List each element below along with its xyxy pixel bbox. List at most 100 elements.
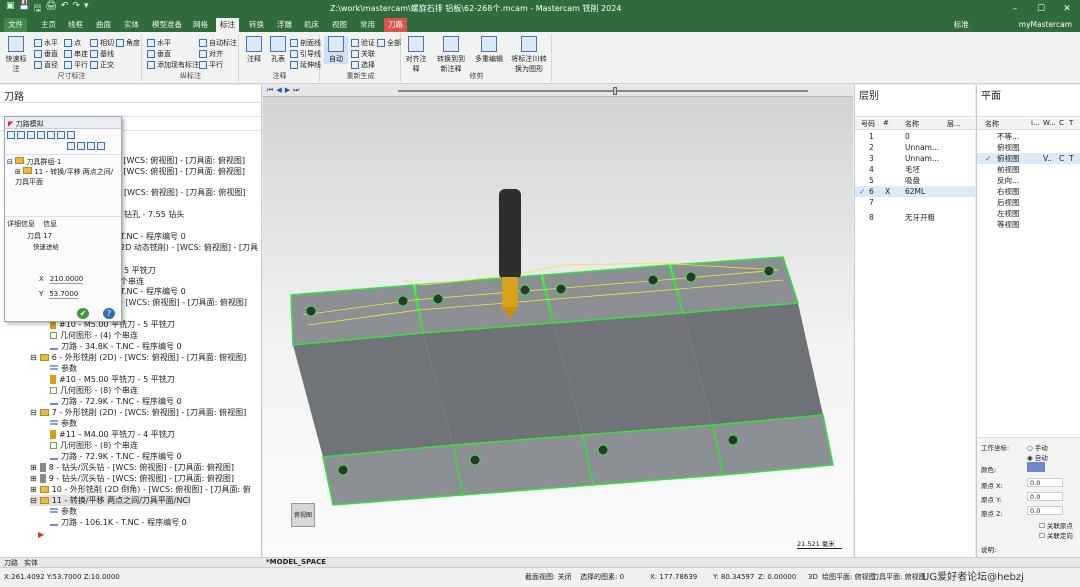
expand-icon[interactable]: ⊟ bbox=[30, 407, 37, 418]
level-row[interactable]: 2 Unnam... bbox=[855, 142, 976, 153]
status-y[interactable]: Y: 80.34597 bbox=[713, 568, 754, 587]
section-view-status[interactable]: 截面视图: 关闭 bbox=[525, 568, 572, 587]
origin-y-field[interactable]: 0.0 bbox=[1027, 492, 1063, 501]
ok-button[interactable]: ✔ bbox=[77, 308, 89, 319]
dim-to-geometry-button[interactable]: 将标注(I)转换为图形 bbox=[508, 36, 550, 74]
ord-horizontal-button[interactable]: 水平 bbox=[147, 38, 171, 48]
tree-row[interactable]: T.NC - 程序编号 0 bbox=[120, 286, 186, 297]
tree-row[interactable]: - [WCS: 俯视图] - [刀具面: 俯视图] bbox=[118, 166, 245, 177]
tab-common[interactable]: 常用 bbox=[356, 18, 379, 32]
trace-icon[interactable] bbox=[77, 142, 85, 150]
plane-row-active[interactable]: ✓ 俯视图 V.. C T bbox=[977, 153, 1080, 164]
construction-plane[interactable]: 绘图平面: 俯视图 bbox=[822, 568, 876, 587]
backplot-dialog-title[interactable]: ◤ 刀路模拟 bbox=[5, 117, 121, 129]
checkbox-associate-origin[interactable]: ☐ 关联原点 bbox=[1039, 520, 1073, 530]
origin-x-field[interactable]: 0.0 bbox=[1027, 478, 1063, 487]
ord-parallel-button[interactable]: 平行 bbox=[199, 60, 223, 70]
tab-machine[interactable]: 机床 bbox=[300, 18, 323, 32]
redo-button[interactable]: ↷ bbox=[72, 1, 80, 17]
display-tool-icon[interactable] bbox=[17, 131, 25, 139]
qa-more-button[interactable]: ▾ bbox=[84, 1, 89, 17]
level-row[interactable]: 7 bbox=[855, 197, 976, 208]
options-icon[interactable] bbox=[67, 142, 75, 150]
multi-edit-button[interactable]: 多重编辑 bbox=[474, 36, 504, 64]
expand-icon[interactable]: ⊟ bbox=[30, 352, 37, 363]
backplot-tree-child[interactable]: ⊞ 11 - 转换/平移 两点之间/刀具平面 bbox=[7, 167, 119, 187]
tab-home[interactable]: 主页 bbox=[37, 18, 60, 32]
level-row[interactable]: 10 bbox=[855, 131, 976, 142]
auto-radio[interactable]: ◉ 自动 bbox=[1027, 452, 1048, 462]
tree-row[interactable]: ⊞ 8 - 钻头/沉头钻 - [WCS: 俯视图] - [刀具面: 俯视图] bbox=[30, 462, 234, 473]
tree-row[interactable]: - [WCS: 俯视图] - [刀具面: 俯视图] bbox=[120, 297, 247, 308]
tab-model-prep[interactable]: 模型准备 bbox=[148, 18, 186, 32]
validate-button[interactable]: 验证 bbox=[351, 38, 375, 48]
tree-row[interactable]: 5 平铣刀 bbox=[124, 265, 156, 276]
leader-button[interactable]: 引导线 bbox=[290, 49, 321, 59]
playback-slider-thumb[interactable] bbox=[613, 87, 617, 95]
plane-row[interactable]: 反向... bbox=[977, 175, 1080, 186]
select-button[interactable]: 选择 bbox=[351, 60, 375, 70]
tab-wireframe[interactable]: 线框 bbox=[64, 18, 87, 32]
mode-3d[interactable]: 3D bbox=[808, 568, 818, 587]
baseline-button[interactable]: 基线 bbox=[90, 49, 114, 59]
tree-row[interactable]: - [WCS: 俯视图] - [刀具面: 俯视图] bbox=[118, 155, 245, 166]
expand-icon[interactable]: ⊞ bbox=[30, 484, 37, 495]
play-back-button[interactable]: ◀ bbox=[276, 86, 281, 95]
tab-solids[interactable]: 实体 bbox=[120, 18, 143, 32]
status-x[interactable]: X: 177.78639 bbox=[650, 568, 697, 587]
play-button[interactable]: ▶ bbox=[285, 86, 290, 95]
horizontal-button[interactable]: 水平 bbox=[34, 38, 58, 48]
display-path-icon[interactable] bbox=[7, 131, 15, 139]
tree-row[interactable]: ⊞ 10 - 外形铣削 (2D 倒角) - [WCS: 俯视图] - [刀具面: … bbox=[30, 484, 251, 495]
diameter-button[interactable]: 直径 bbox=[34, 60, 58, 70]
play-forward-button[interactable]: ⏭ bbox=[293, 86, 299, 95]
expand-icon[interactable]: ⊟ bbox=[30, 495, 37, 506]
ord-vertical-button[interactable]: 垂直 bbox=[147, 49, 171, 59]
tree-row[interactable]: ⊟ 6 - 外形铣削 (2D) - [WCS: 俯视图] - [刀具面: 俯视图] bbox=[30, 352, 246, 363]
plane-row[interactable]: 等视图 bbox=[977, 219, 1080, 230]
display-end-icon[interactable] bbox=[57, 131, 65, 139]
plane-row[interactable]: 左视图 bbox=[977, 208, 1080, 219]
level-row[interactable]: 4 毛坯 bbox=[855, 164, 976, 175]
tree-row[interactable]: #10 - M5.00 平铣刀 - 5 平铣刀 bbox=[50, 374, 175, 385]
tree-row[interactable]: 几何图形 - (4) 个串连 bbox=[50, 330, 138, 341]
tree-row-selected[interactable]: ⊟ 11 - 转换/平移 两点之间/刀具平面/NCI bbox=[30, 495, 191, 506]
tangent-button[interactable]: 相切 bbox=[90, 38, 114, 48]
color-swatch[interactable] bbox=[1027, 462, 1045, 472]
save-icon[interactable] bbox=[97, 142, 105, 150]
tree-row[interactable]: ⊞ 9 - 钻头/沉头钻 - [WCS: 俯视图] - [刀具面: 俯视图] bbox=[30, 473, 234, 484]
level-row[interactable]: 3 Unnam... bbox=[855, 153, 976, 164]
tree-row[interactable]: 2D 动态铣削) - [WCS: 俯视图] - [刀具 bbox=[120, 242, 258, 253]
tab-annotate[interactable]: 标注 bbox=[216, 18, 239, 32]
tab-toolpaths[interactable]: 刀路 bbox=[384, 18, 407, 32]
planes-toolbar[interactable] bbox=[977, 101, 1080, 117]
tree-row[interactable]: #11 - M4.00 平铣刀 - 4 平铣刀 bbox=[50, 429, 175, 440]
tree-row[interactable]: 几何图形 - (8) 个串连 bbox=[50, 440, 138, 451]
tree-row[interactable]: 参数 bbox=[50, 506, 77, 517]
display-rapid-icon[interactable] bbox=[37, 131, 45, 139]
qa-btn-3[interactable]: 🖫 bbox=[34, 1, 42, 17]
expand-icon[interactable]: ⊞ bbox=[30, 473, 37, 484]
note-button[interactable]: 注释 bbox=[242, 36, 266, 64]
qa-btn-1[interactable]: ▣ bbox=[6, 1, 15, 17]
tab-surface[interactable]: 曲面 bbox=[92, 18, 115, 32]
level-row[interactable]: 5 吸盘 bbox=[855, 175, 976, 186]
qa-btn-4[interactable]: 🖨 bbox=[45, 1, 56, 17]
tab-mesh[interactable]: 网格 bbox=[189, 18, 212, 32]
manual-radio[interactable]: ○ 手动 bbox=[1027, 442, 1048, 452]
convert-notes-button[interactable]: 转换到到新注释 bbox=[434, 36, 468, 74]
angle-button[interactable]: 角度 bbox=[116, 38, 140, 48]
undo-button[interactable]: ↶ bbox=[61, 1, 69, 17]
tree-row[interactable]: 刀路 - 34.8K - T.NC - 程序编号 0 bbox=[50, 341, 182, 352]
auto-dimension-button[interactable]: 自动标注 bbox=[199, 38, 237, 48]
level-row-active[interactable]: ✓ 6 X 62ML bbox=[855, 186, 976, 197]
all-button[interactable]: 全部 bbox=[377, 38, 401, 48]
hatch-button[interactable]: 剖面线 bbox=[290, 38, 321, 48]
tree-row[interactable]: [WCS: 俯视图] - [刀具面: 俯视图] bbox=[124, 187, 246, 198]
standard-label[interactable]: 标准 bbox=[954, 18, 969, 32]
quick-dimension-button[interactable]: 快速标注 bbox=[4, 36, 28, 74]
tree-row[interactable]: ⊟ 7 - 外形铣削 (2D) - [WCS: 俯视图] - [刀具面: 俯视图] bbox=[30, 407, 246, 418]
minimize-button[interactable]: – bbox=[1002, 0, 1028, 18]
view-cube-icon[interactable]: 俯视图 bbox=[291, 503, 315, 527]
display-entity-icon[interactable] bbox=[47, 131, 55, 139]
